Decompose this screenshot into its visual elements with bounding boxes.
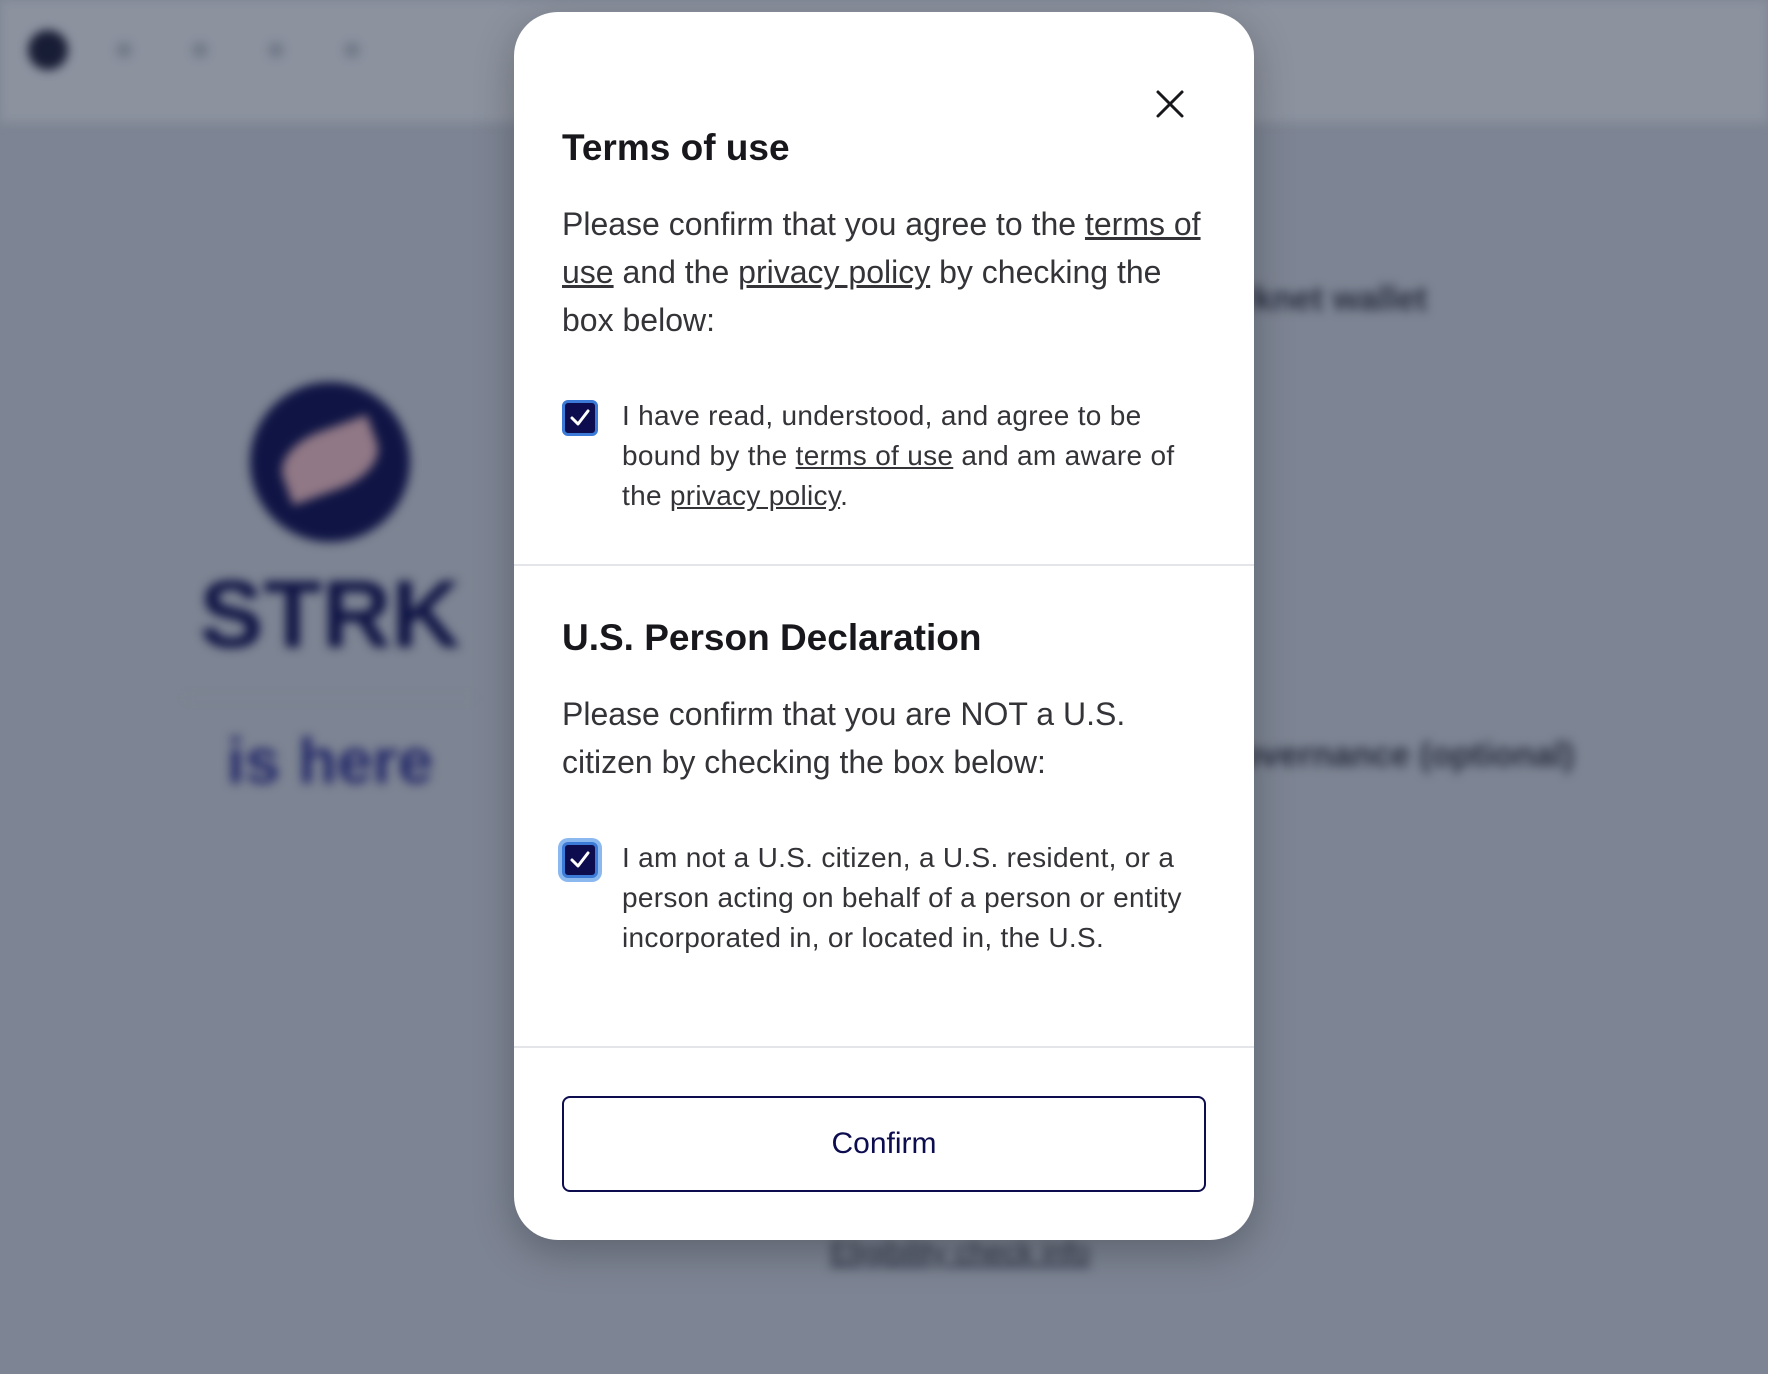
us-person-section: U.S. Person Declaration Please confirm t… <box>562 616 1206 958</box>
terms-of-use-link[interactable]: terms of use <box>796 440 954 471</box>
us-person-checkbox[interactable] <box>562 842 598 878</box>
us-person-check-row: I am not a U.S. citizen, a U.S. resident… <box>562 838 1206 958</box>
us-person-check-label: I am not a U.S. citizen, a U.S. resident… <box>622 842 1182 953</box>
section-divider <box>514 564 1254 566</box>
us-person-body: Please confirm that you are NOT a U.S. c… <box>562 696 1126 780</box>
privacy-policy-link[interactable]: privacy policy <box>738 254 930 290</box>
terms-title: Terms of use <box>562 127 790 168</box>
terms-section: Terms of use Please confirm that you agr… <box>562 126 1206 516</box>
privacy-policy-link[interactable]: privacy policy <box>670 480 840 511</box>
us-person-title: U.S. Person Declaration <box>562 617 982 658</box>
close-icon <box>1156 90 1184 118</box>
terms-body-text: and the <box>613 254 739 290</box>
checkmark-icon <box>570 409 590 426</box>
terms-body-text: Please confirm that you agree to the <box>562 206 1085 242</box>
section-divider <box>514 1046 1254 1048</box>
terms-check-label: I have read, understood, and agree to be… <box>622 396 1206 516</box>
terms-check-row: I have read, understood, and agree to be… <box>562 396 1206 516</box>
terms-modal: Terms of use Please confirm that you agr… <box>514 12 1254 1240</box>
close-button[interactable] <box>1148 82 1192 126</box>
terms-checkbox[interactable] <box>562 400 598 436</box>
terms-check-text: . <box>840 480 849 511</box>
terms-body: Please confirm that you agree to the ter… <box>562 200 1206 344</box>
confirm-button[interactable]: Confirm <box>562 1096 1206 1192</box>
checkmark-icon <box>570 851 590 868</box>
